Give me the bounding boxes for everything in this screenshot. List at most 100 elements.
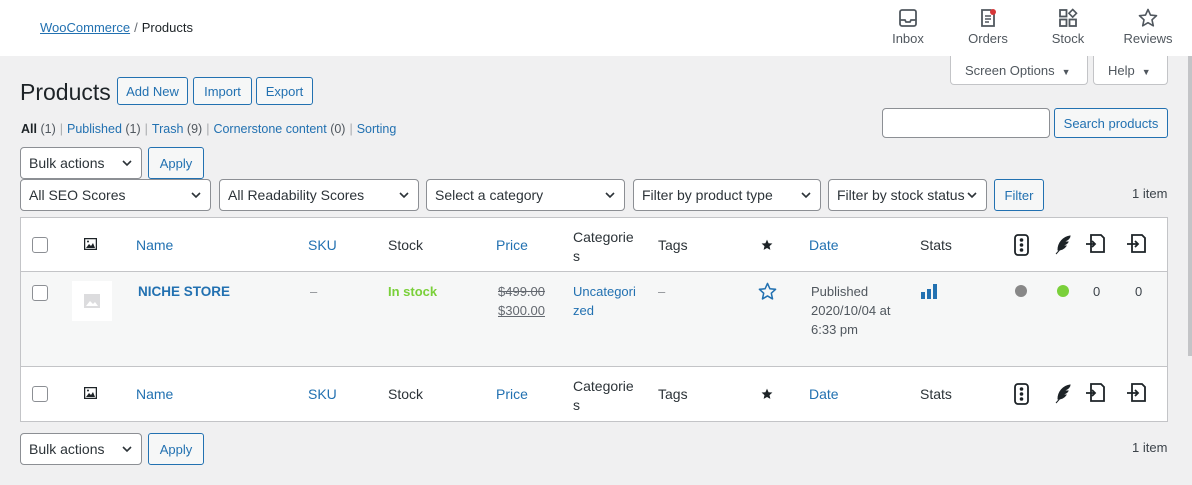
product-type-filter[interactable]: Filter by product type	[633, 179, 821, 211]
incoming-links-icon[interactable]	[1126, 382, 1147, 403]
view-all-link[interactable]: All	[21, 122, 37, 136]
column-stock: Stock	[388, 237, 424, 253]
help-button[interactable]: Help ▼	[1093, 56, 1168, 85]
product-sku: –	[310, 284, 318, 299]
stock-status-badge: In stock	[388, 284, 438, 299]
topnav-inbox[interactable]: Inbox	[878, 8, 938, 46]
apply-button[interactable]: Apply	[148, 147, 204, 179]
incoming-links-icon[interactable]	[1126, 233, 1147, 254]
seo-score-icon[interactable]	[1014, 234, 1029, 256]
topnav-stock[interactable]: Stock	[1038, 8, 1098, 46]
outgoing-links-icon[interactable]	[1085, 382, 1106, 403]
view-cornerstone-count: (0)	[330, 122, 346, 136]
stock-status-filter[interactable]: Filter by stock status	[828, 179, 987, 211]
view-trash-count: (9)	[186, 122, 203, 136]
select-all-checkbox[interactable]	[32, 237, 48, 253]
product-thumbnail[interactable]	[72, 281, 112, 321]
featured-star-icon[interactable]	[761, 239, 773, 251]
filter-button[interactable]: Filter	[994, 179, 1044, 211]
featured-star-outline-icon[interactable]	[758, 282, 777, 301]
sale-price: $300.00	[498, 303, 545, 318]
placeholder-image-icon	[84, 294, 100, 308]
chevron-down-icon	[191, 192, 201, 199]
products-table: Name SKU Stock Price Categorie s Tags Da…	[20, 217, 1168, 422]
incoming-links-count: 0	[1135, 284, 1143, 299]
page-scrollbar[interactable]	[1188, 56, 1192, 356]
export-button[interactable]: Export	[256, 77, 313, 105]
column-date[interactable]: Date	[809, 237, 839, 253]
select-all-checkbox-bottom[interactable]	[32, 386, 48, 402]
breadcrumb-woocommerce-link[interactable]: WooCommerce	[40, 20, 130, 35]
search-products-button[interactable]: Search products	[1054, 108, 1168, 138]
column-name-footer[interactable]: Name	[136, 386, 173, 402]
seo-score-filter[interactable]: All SEO Scores	[20, 179, 211, 211]
date-status: Published	[811, 284, 869, 299]
column-price[interactable]: Price	[496, 237, 528, 253]
view-all-count: (1)	[40, 122, 56, 136]
topnav-orders-label: Orders	[968, 31, 1008, 46]
column-sku-footer[interactable]: SKU	[308, 386, 337, 402]
column-stats-footer: Stats	[920, 386, 952, 402]
screen-options-button[interactable]: Screen Options ▼	[950, 56, 1088, 85]
add-new-button[interactable]: Add New	[117, 77, 188, 105]
stats-chart-icon[interactable]	[921, 283, 939, 299]
table-header: Name SKU Stock Price Categorie s Tags Da…	[21, 218, 1167, 272]
view-published-count: (1)	[125, 122, 141, 136]
view-cornerstone-link[interactable]: Cornerstone content	[213, 122, 326, 136]
chevron-down-icon	[801, 192, 811, 199]
row-checkbox[interactable]	[32, 285, 48, 301]
seo-score-value: All SEO Scores	[29, 187, 126, 203]
items-count-top: 1 item	[1132, 186, 1168, 201]
caret-down-icon: ▼	[1141, 67, 1151, 77]
bulk-actions-select[interactable]: Bulk actions	[20, 147, 142, 179]
items-count-bottom: 1 item	[1132, 440, 1168, 455]
readability-feather-icon[interactable]	[1054, 384, 1072, 404]
product-name-link[interactable]: NICHE STORE	[138, 282, 230, 301]
image-icon	[84, 387, 97, 399]
product-tags: –	[658, 284, 666, 299]
chevron-down-icon	[399, 192, 409, 199]
import-button[interactable]: Import	[193, 77, 252, 105]
search-input[interactable]	[882, 108, 1050, 138]
column-date-footer[interactable]: Date	[809, 386, 839, 402]
category-filter[interactable]: Select a category	[426, 179, 625, 211]
readability-feather-icon[interactable]	[1054, 235, 1072, 255]
chevron-down-icon	[122, 446, 132, 453]
date-line-2: 6:33 pm	[811, 322, 858, 337]
table-row: NICHE STORE – In stock $499.00 $300.00 U…	[21, 272, 1167, 367]
breadcrumb: WooCommerce / Products	[40, 20, 193, 35]
column-name[interactable]: Name	[136, 237, 173, 253]
category-link[interactable]: Uncategori zed	[573, 282, 643, 320]
column-tags-footer: Tags	[658, 386, 688, 402]
apply-button-bottom[interactable]: Apply	[148, 433, 204, 465]
featured-star-icon[interactable]	[761, 388, 773, 400]
view-filters: All (1) | Published (1) | Trash (9) | Cornerst…	[21, 122, 397, 136]
column-price-footer[interactable]: Price	[496, 386, 528, 402]
column-sku[interactable]: SKU	[308, 237, 337, 253]
outgoing-links-icon[interactable]	[1085, 233, 1106, 254]
view-sorting-link[interactable]: Sorting	[357, 122, 397, 136]
category-value: Select a category	[435, 187, 544, 203]
readability-score-value: All Readability Scores	[228, 187, 365, 203]
bulk-actions-select-bottom[interactable]: Bulk actions	[20, 433, 142, 465]
page-title: Products	[20, 79, 111, 105]
outgoing-links-count: 0	[1093, 284, 1101, 299]
caret-down-icon: ▼	[1061, 67, 1071, 77]
stock-icon	[1059, 8, 1078, 27]
view-trash-link[interactable]: Trash	[152, 122, 184, 136]
column-categories-footer: Categorie s	[573, 378, 634, 413]
chevron-down-icon	[605, 192, 615, 199]
view-published-link[interactable]: Published	[67, 122, 122, 136]
seo-score-dot	[1015, 285, 1027, 297]
orders-icon	[981, 9, 996, 27]
column-tags: Tags	[658, 237, 688, 253]
topnav-orders[interactable]: Orders	[958, 8, 1018, 46]
breadcrumb-current: Products	[141, 20, 193, 35]
product-type-value: Filter by product type	[642, 187, 773, 203]
table-footer: Name SKU Stock Price Categorie s Tags Da…	[21, 367, 1167, 421]
readability-score-filter[interactable]: All Readability Scores	[219, 179, 419, 211]
topnav-reviews[interactable]: Reviews	[1118, 8, 1178, 46]
bulk-actions-value: Bulk actions	[29, 155, 105, 171]
image-icon	[84, 238, 97, 250]
seo-score-icon[interactable]	[1014, 383, 1029, 405]
